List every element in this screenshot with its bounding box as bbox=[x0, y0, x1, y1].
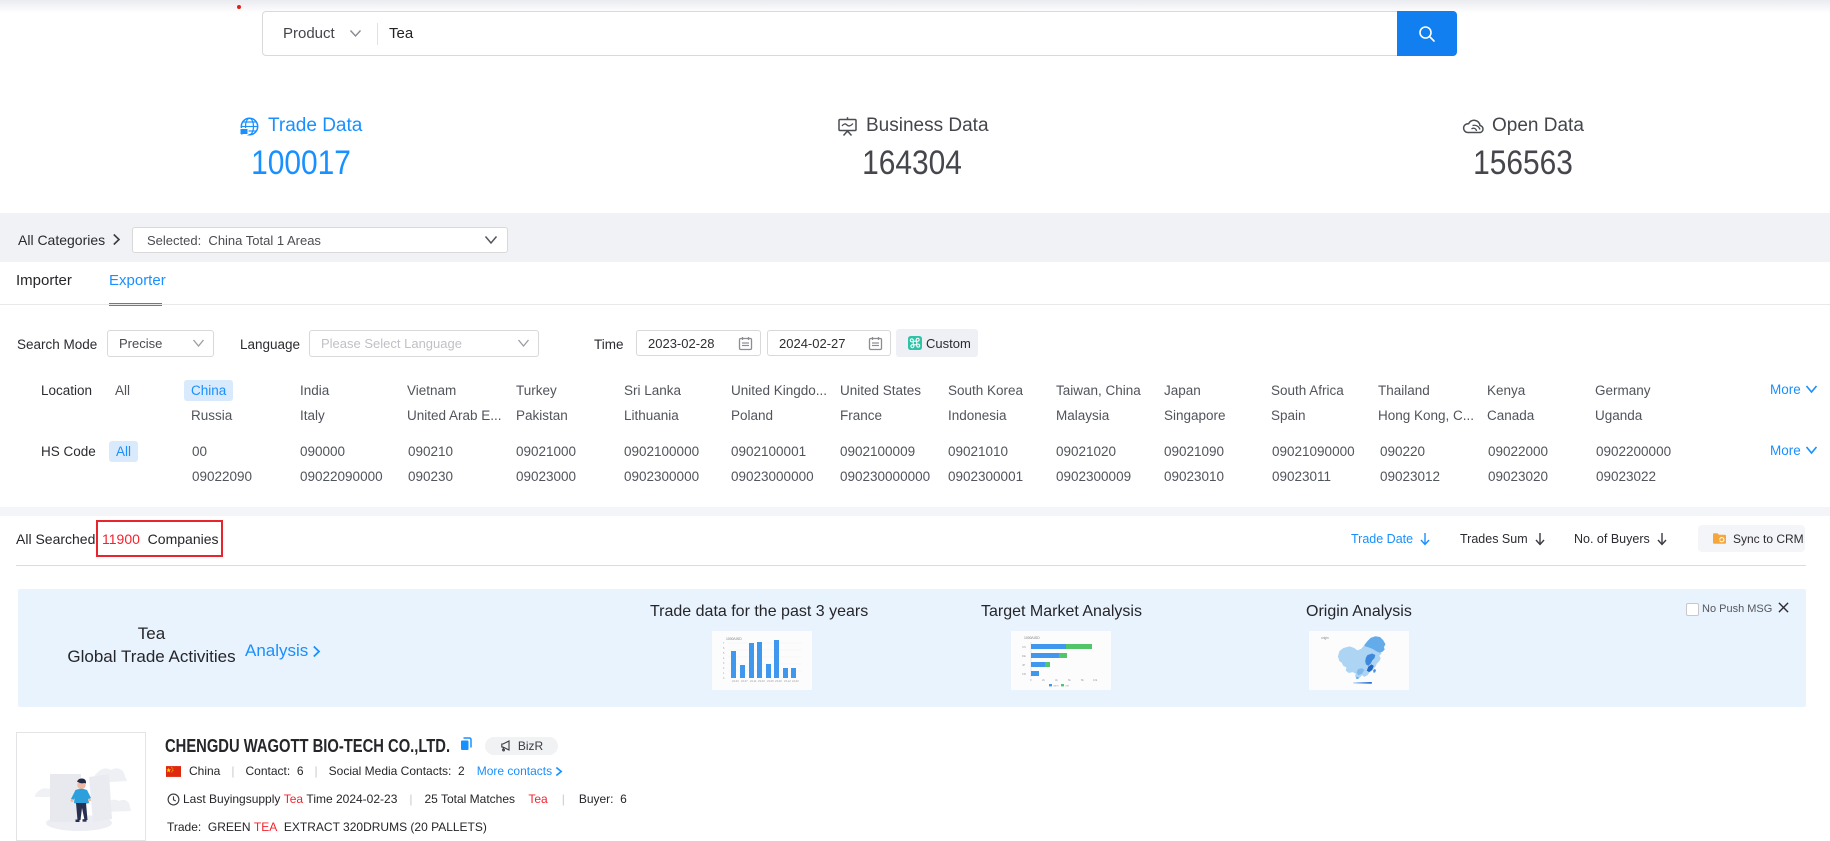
svg-text:23-09: 23-09 bbox=[775, 679, 782, 683]
svg-text:0: 0 bbox=[723, 677, 725, 680]
svg-text:23-06: 23-06 bbox=[767, 679, 774, 683]
svg-text:KR: KR bbox=[1022, 672, 1026, 676]
svg-text:2: 2 bbox=[723, 667, 725, 670]
svg-text:7: 7 bbox=[723, 642, 725, 645]
svg-text:22-11: 22-11 bbox=[750, 679, 757, 683]
svg-text:4k: 4k bbox=[1055, 678, 1058, 682]
svg-text:22-07: 22-07 bbox=[741, 679, 748, 683]
svg-text:US: US bbox=[1022, 645, 1026, 649]
svg-text:cnt: cnt bbox=[1066, 684, 1070, 688]
svg-text:23-12: 23-12 bbox=[784, 679, 791, 683]
svg-text:3: 3 bbox=[723, 662, 725, 665]
svg-text:4: 4 bbox=[723, 657, 725, 660]
svg-text:0: 0 bbox=[1030, 678, 1032, 682]
svg-text:1000/USD: 1000/USD bbox=[726, 637, 742, 641]
svg-text:1000/USD: 1000/USD bbox=[1024, 636, 1040, 640]
svg-text:6: 6 bbox=[723, 647, 725, 650]
svg-text:DE: DE bbox=[1022, 654, 1026, 658]
svg-text:5: 5 bbox=[723, 652, 725, 655]
svg-text:origin: origin bbox=[1321, 636, 1329, 640]
svg-text:2k: 2k bbox=[1042, 678, 1045, 682]
svg-text:23-03: 23-03 bbox=[758, 679, 765, 683]
svg-text:sum: sum bbox=[1054, 685, 1059, 688]
svg-text:1: 1 bbox=[723, 672, 725, 675]
svg-text:JP: JP bbox=[1022, 663, 1025, 667]
svg-text:10k: 10k bbox=[1093, 678, 1098, 682]
svg-text:8k: 8k bbox=[1081, 678, 1084, 682]
svg-text:24-02: 24-02 bbox=[792, 679, 799, 683]
svg-text:22-03: 22-03 bbox=[732, 679, 739, 683]
svg-text:6k: 6k bbox=[1068, 678, 1071, 682]
